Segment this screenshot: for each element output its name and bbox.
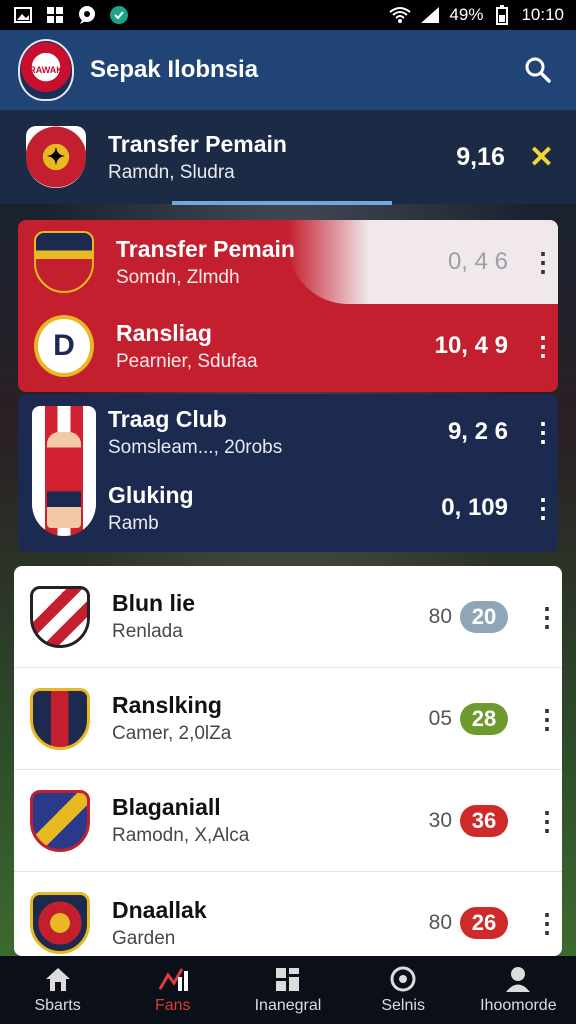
club-crest-icon: [30, 687, 90, 750]
more-options-icon[interactable]: ⋮: [530, 495, 556, 521]
club-crest-icon: D: [34, 315, 94, 377]
nav-label: Selnis: [381, 997, 425, 1014]
featured-transfer-panel: Transfer Pemain Somdn, Zlmdh 0, 4 6 ⋮ D …: [18, 220, 558, 392]
item-title: Gluking: [108, 481, 194, 508]
item-title: Traag Club: [108, 405, 227, 432]
club-crest-icon: [34, 231, 94, 293]
nav-label: Ihoomorde: [480, 997, 557, 1014]
item-value: 0, 109: [441, 494, 508, 521]
item-title: Ranslking: [112, 692, 222, 718]
club-crest-icon: [30, 892, 90, 954]
item-subtitle: Pearnier, Sdufaa: [116, 350, 258, 372]
item-title: Ransliag: [116, 319, 212, 346]
chart-icon: [158, 965, 188, 993]
profile-icon: [503, 965, 533, 993]
more-options-icon[interactable]: ⋮: [534, 910, 560, 936]
crest-letter: D: [53, 329, 75, 362]
item-title: Blaganiall: [112, 794, 221, 820]
item-prefix-value: 80: [428, 911, 452, 934]
club-crest-icon: ✦: [26, 126, 86, 188]
list-item[interactable]: Blun lie Renlada 80 20 ⋮: [14, 566, 562, 668]
battery-icon: [491, 5, 513, 25]
gallery-icon: [12, 5, 34, 25]
more-options-icon[interactable]: ⋮: [530, 249, 556, 275]
home-icon: [43, 965, 73, 993]
item-title: Blun lie: [112, 590, 196, 616]
item-title: Transfer Pemain: [108, 130, 287, 157]
club-panel: Traag Club Somsleam..., 20robs 9, 2 6 ⋮ …: [18, 394, 558, 552]
item-value: 9,16: [456, 142, 505, 171]
item-subtitle: Ramb: [108, 512, 159, 534]
more-options-icon[interactable]: ⋮: [530, 419, 556, 445]
item-title: Dnaallak: [112, 896, 207, 923]
item-prefix-value: 30: [428, 808, 452, 832]
more-options-icon[interactable]: ⋮: [530, 333, 556, 359]
club-list: Blun lie Renlada 80 20 ⋮ Ranslking Camer…: [14, 566, 562, 956]
item-value: 10, 4 9: [434, 332, 508, 359]
score-badge: 20: [460, 600, 508, 633]
item-prefix-value: 80: [428, 604, 452, 628]
grid-icon: [273, 965, 303, 993]
signal-icon: [419, 5, 441, 25]
more-options-icon[interactable]: ⋮: [534, 706, 560, 732]
item-subtitle: Somdn, Zlmdh: [116, 266, 240, 288]
bottom-navigation: Sbarts Fans Inanegral Selnis Ihoomorde: [0, 956, 576, 1024]
nav-item-ihoomorde[interactable]: Ihoomorde: [463, 965, 573, 1015]
club-crest-icon: [30, 789, 90, 852]
app-bar: RAWAK Sepak Ilobnsia: [0, 30, 576, 110]
club-crest-icon: [30, 585, 90, 648]
app-title: Sepak Ilobnsia: [90, 56, 259, 83]
list-item[interactable]: Blaganiall Ramodn, X,Alca 30 36 ⋮: [14, 770, 562, 872]
nav-item-sbarts[interactable]: Sbarts: [3, 965, 113, 1015]
status-bar: 49% 10:10: [0, 0, 576, 30]
more-options-icon[interactable]: ⋮: [534, 808, 560, 834]
nav-item-inanegral[interactable]: Inanegral: [233, 965, 343, 1015]
item-subtitle: Renlada: [112, 621, 183, 642]
close-icon[interactable]: ✕: [529, 140, 554, 175]
item-value: 0, 4 6: [447, 248, 508, 275]
item-subtitle: Ramdn, Sludra: [108, 161, 235, 183]
nav-label: Sbarts: [34, 997, 81, 1014]
item-subtitle: Somsleam..., 20robs: [108, 436, 283, 458]
tab-indicator: [172, 201, 392, 205]
pinned-transfer-item[interactable]: ✦ Transfer Pemain Ramdn, Sludra 9,16 ✕: [0, 110, 576, 204]
list-item[interactable]: D Ransliag Pearnier, Sdufaa 10, 4 9 ⋮: [18, 304, 558, 388]
clock: 10:10: [521, 5, 564, 24]
more-options-icon[interactable]: ⋮: [534, 604, 560, 630]
logo-text: RAWAK: [29, 65, 63, 75]
battery-percent: 49%: [449, 5, 484, 24]
nav-label: Inanegral: [254, 997, 322, 1014]
item-value: 9, 2 6: [447, 418, 508, 445]
item-subtitle: Camer, 2,0lZa: [112, 723, 232, 744]
list-item[interactable]: Dnaallak Garden 80 26 ⋮: [14, 872, 562, 956]
item-subtitle: Garden: [112, 927, 176, 949]
grid-icon: [44, 5, 66, 25]
item-subtitle: Ramodn, X,Alca: [112, 825, 250, 846]
search-button[interactable]: [518, 50, 558, 90]
club-logo[interactable]: RAWAK: [18, 39, 74, 101]
item-title: Transfer Pemain: [116, 235, 295, 262]
nav-label: Fans: [154, 997, 191, 1014]
list-item[interactable]: Traag Club Somsleam..., 20robs 9, 2 6 ⋮: [18, 394, 558, 470]
list-item[interactable]: Gluking Ramb 0, 109 ⋮: [18, 470, 558, 546]
score-badge: 26: [460, 907, 508, 939]
wifi-icon: [389, 5, 412, 25]
check-circle-icon: [108, 5, 130, 25]
chat-icon: [76, 5, 98, 25]
nav-item-fans[interactable]: Fans: [118, 965, 228, 1015]
score-badge: 28: [460, 702, 508, 735]
list-item[interactable]: Transfer Pemain Somdn, Zlmdh 0, 4 6 ⋮: [18, 220, 558, 304]
nav-item-selnis[interactable]: Selnis: [348, 965, 458, 1015]
item-prefix-value: 05: [428, 706, 452, 730]
search-icon: [525, 57, 551, 83]
list-item[interactable]: Ranslking Camer, 2,0lZa 05 28 ⋮: [14, 668, 562, 770]
score-badge: 36: [460, 804, 508, 837]
target-icon: [388, 965, 418, 993]
